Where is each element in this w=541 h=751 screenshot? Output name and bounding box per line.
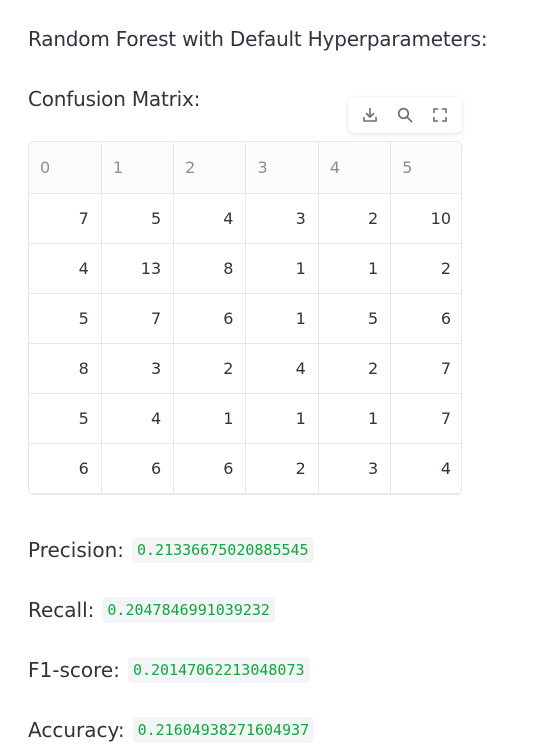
table-cell[interactable]: 2 xyxy=(390,243,461,294)
table-cell[interactable]: 2 xyxy=(318,343,392,394)
search-button[interactable] xyxy=(392,102,418,128)
column-header[interactable]: 3 xyxy=(245,142,319,194)
table-cell[interactable]: 13 xyxy=(101,243,175,294)
fullscreen-icon xyxy=(433,108,448,122)
table-cell[interactable]: 1 xyxy=(318,393,392,444)
table-cell[interactable]: 7 xyxy=(390,393,461,444)
accuracy-label: Accuracy: xyxy=(28,718,125,742)
table-row: 8 3 2 4 2 7 xyxy=(29,343,461,394)
f1-score-label: F1-score: xyxy=(28,658,120,682)
column-header[interactable]: 2 xyxy=(173,142,247,194)
download-icon xyxy=(362,107,377,122)
table-cell[interactable]: 5 xyxy=(29,293,102,344)
confusion-matrix-label: Confusion Matrix: xyxy=(28,87,201,111)
table-cell[interactable]: 8 xyxy=(29,343,102,394)
table-cell[interactable]: 6 xyxy=(390,293,461,344)
table-row: 5 4 1 1 1 7 xyxy=(29,393,461,444)
recall-metric: Recall: 0.2047846991039232 xyxy=(28,596,275,624)
table-cell[interactable]: 8 xyxy=(173,243,247,294)
table-cell[interactable]: 7 xyxy=(101,293,175,344)
table-cell[interactable]: 6 xyxy=(29,443,102,494)
table-cell[interactable]: 4 xyxy=(29,243,102,294)
accuracy-value: 0.21604938271604937 xyxy=(132,717,315,743)
table-cell[interactable]: 5 xyxy=(318,293,392,344)
table-cell[interactable]: 6 xyxy=(173,443,247,494)
table-cell[interactable]: 5 xyxy=(101,193,175,244)
table-cell[interactable]: 3 xyxy=(318,443,392,494)
table-cell[interactable]: 7 xyxy=(390,343,461,394)
table-cell[interactable]: 4 xyxy=(245,343,319,394)
table-cell[interactable]: 3 xyxy=(245,193,319,244)
table-row: 6 6 6 2 3 4 xyxy=(29,443,461,494)
column-header[interactable]: 4 xyxy=(318,142,392,194)
table-cell[interactable]: 3 xyxy=(101,343,175,394)
table-cell[interactable]: 10 xyxy=(390,193,461,244)
table-cell[interactable]: 1 xyxy=(318,243,392,294)
column-header[interactable]: 1 xyxy=(101,142,175,194)
column-header[interactable]: 0 xyxy=(29,142,102,194)
download-button[interactable] xyxy=(357,102,383,128)
table-cell[interactable]: 1 xyxy=(245,393,319,444)
confusion-matrix-table[interactable]: 0 1 2 3 4 5 7 5 4 3 2 10 4 13 8 1 1 2 5 … xyxy=(28,141,462,495)
dataframe-toolbar xyxy=(348,97,462,133)
fullscreen-button[interactable] xyxy=(427,102,453,128)
table-cell[interactable]: 7 xyxy=(29,193,102,244)
precision-label: Precision: xyxy=(28,538,124,562)
table-cell[interactable]: 1 xyxy=(245,293,319,344)
page-title: Random Forest with Default Hyperparamete… xyxy=(28,27,488,51)
table-cell[interactable]: 1 xyxy=(173,393,247,444)
table-cell[interactable]: 6 xyxy=(101,443,175,494)
precision-metric: Precision: 0.21336675020885545 xyxy=(28,536,314,564)
table-row: 7 5 4 3 2 10 xyxy=(29,193,461,244)
table-cell[interactable]: 6 xyxy=(173,293,247,344)
accuracy-metric: Accuracy: 0.21604938271604937 xyxy=(28,716,315,744)
table-header-row: 0 1 2 3 4 5 xyxy=(29,142,461,194)
table-cell[interactable]: 2 xyxy=(173,343,247,394)
table-cell[interactable]: 4 xyxy=(390,443,461,494)
f1-score-value: 0.20147062213048073 xyxy=(127,657,310,683)
table-cell[interactable]: 5 xyxy=(29,393,102,444)
table-cell[interactable]: 4 xyxy=(101,393,175,444)
table-row: 5 7 6 1 5 6 xyxy=(29,293,461,344)
precision-value: 0.21336675020885545 xyxy=(131,537,314,563)
recall-value: 0.2047846991039232 xyxy=(102,597,275,623)
column-header[interactable]: 5 xyxy=(390,142,461,194)
table-cell[interactable]: 2 xyxy=(318,193,392,244)
search-icon xyxy=(397,107,413,123)
table-cell[interactable]: 2 xyxy=(245,443,319,494)
table-row: 4 13 8 1 1 2 xyxy=(29,243,461,294)
table-cell[interactable]: 1 xyxy=(245,243,319,294)
f1-score-metric: F1-score: 0.20147062213048073 xyxy=(28,656,310,684)
table-cell[interactable]: 4 xyxy=(173,193,247,244)
recall-label: Recall: xyxy=(28,598,95,622)
